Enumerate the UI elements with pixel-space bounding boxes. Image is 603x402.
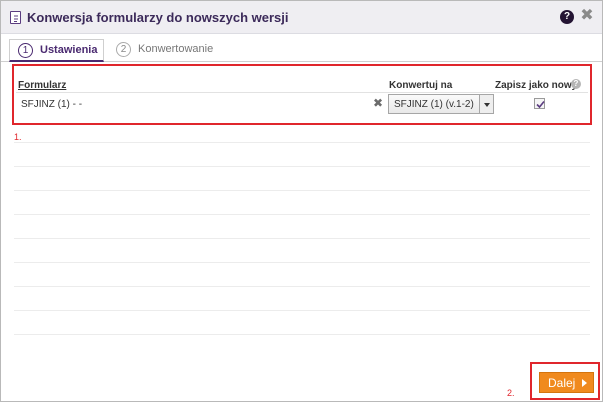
next-button-label: Dalej xyxy=(548,376,576,390)
close-icon[interactable]: ✖ xyxy=(580,7,594,25)
row-divider xyxy=(14,334,590,335)
tab-label: Ustawienia xyxy=(40,44,98,56)
row-divider xyxy=(14,214,590,215)
row-divider xyxy=(14,190,590,191)
form-document-icon xyxy=(10,11,21,24)
annotation-step-1: 1. xyxy=(14,132,22,142)
row-divider xyxy=(14,238,590,239)
row-divider xyxy=(14,166,590,167)
row-divider xyxy=(14,262,590,263)
wizard-tabs: 1 Ustawienia 2 Konwertowanie xyxy=(1,34,602,62)
conversion-dialog: Konwersja formularzy do nowszych wersji … xyxy=(0,0,603,402)
arrow-right-icon xyxy=(582,379,587,387)
tab-ustawienia[interactable]: 1 Ustawienia xyxy=(9,39,104,62)
row-divider xyxy=(14,310,590,311)
dialog-title: Konwersja formularzy do nowszych wersji xyxy=(27,10,289,25)
tab-label: Konwertowanie xyxy=(138,43,214,55)
row-divider xyxy=(14,286,590,287)
tab-konwertowanie[interactable]: 2 Konwertowanie xyxy=(111,39,221,62)
dialog-titlebar: Konwersja formularzy do nowszych wersji … xyxy=(1,1,602,34)
next-button[interactable]: Dalej xyxy=(539,372,594,393)
help-icon[interactable]: ? xyxy=(560,10,574,24)
tab-step-number: 1 xyxy=(18,43,33,58)
tab-step-number: 2 xyxy=(116,42,131,57)
annotation-step-2: 2. xyxy=(507,388,515,398)
highlight-box-settings xyxy=(12,64,592,125)
row-divider xyxy=(14,142,590,143)
